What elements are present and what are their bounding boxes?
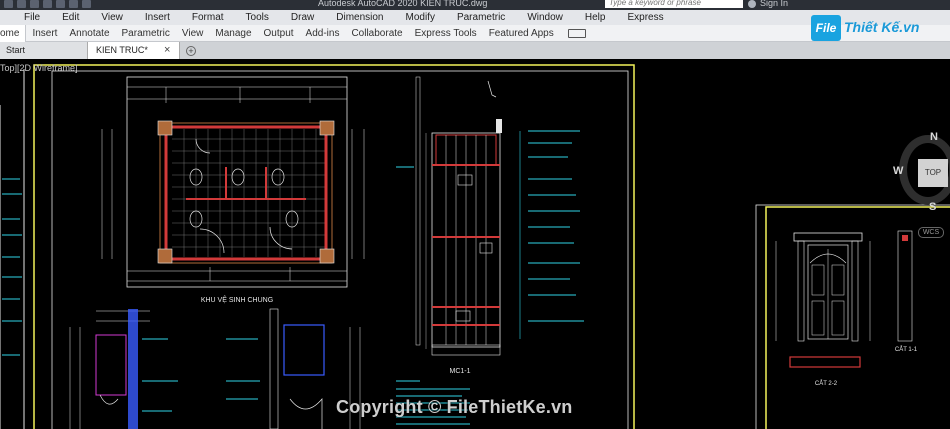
menu-express[interactable]: Express bbox=[616, 12, 674, 23]
menu-bar: File Edit View Insert Format Tools Draw … bbox=[0, 10, 950, 25]
door-elevation: CẮT 2-2 CẮT 1-1 bbox=[775, 230, 918, 387]
new-file-icon[interactable] bbox=[4, 0, 13, 8]
autocad-window: Autodesk AutoCAD 2020 KIEN TRUC.dwg Sign… bbox=[0, 0, 950, 429]
tab-insert[interactable]: Insert bbox=[26, 25, 63, 42]
open-file-icon[interactable] bbox=[17, 0, 26, 8]
menu-parametric[interactable]: Parametric bbox=[446, 12, 516, 23]
viewcube[interactable]: TOP N S W WCS bbox=[893, 131, 950, 238]
menu-help[interactable]: Help bbox=[574, 12, 617, 23]
search-input[interactable] bbox=[605, 0, 743, 8]
logo-text: Thiết Kế.vn bbox=[844, 19, 920, 35]
section-mc1: MC1-1 bbox=[396, 76, 584, 425]
document-tabs: Start KIEN TRUC* × + bbox=[0, 42, 950, 59]
menu-tools[interactable]: Tools bbox=[235, 12, 280, 23]
compass-north[interactable]: N bbox=[930, 131, 938, 143]
tab-start[interactable]: Start bbox=[0, 42, 88, 59]
plan-title: KHU VỆ SINH CHUNG bbox=[201, 295, 273, 304]
tab-featured-apps[interactable]: Featured Apps bbox=[483, 25, 560, 42]
tab-annotate[interactable]: Annotate bbox=[63, 25, 115, 42]
sheet-frame-outer bbox=[33, 64, 635, 429]
sign-in-link[interactable]: Sign In bbox=[760, 0, 788, 8]
quick-access-toolbar bbox=[4, 0, 91, 10]
section-title: MC1-1 bbox=[449, 368, 470, 375]
new-tab-icon[interactable]: + bbox=[186, 46, 196, 56]
menu-view[interactable]: View bbox=[90, 12, 134, 23]
viewport-label[interactable]: Top][2D Wireframe] bbox=[0, 63, 78, 73]
door-section-b-label: CẮT 1-1 bbox=[895, 345, 918, 353]
tab-add-ins[interactable]: Add-ins bbox=[300, 25, 346, 42]
copyright-watermark: Copyright © FileThietKe.vn bbox=[336, 397, 573, 417]
save-as-icon[interactable] bbox=[43, 0, 52, 8]
save-icon[interactable] bbox=[30, 0, 39, 8]
window-title: Autodesk AutoCAD 2020 KIEN TRUC.dwg bbox=[318, 0, 488, 8]
cad-drawing: KHU VỆ SINH CHUNG MC1-1 CẮT 2-2 CẮT 1-1 bbox=[0, 64, 950, 429]
menu-draw[interactable]: Draw bbox=[280, 12, 325, 23]
wcs-menu[interactable]: WCS bbox=[918, 227, 944, 238]
menu-file[interactable]: File bbox=[0, 12, 51, 23]
user-icon bbox=[748, 0, 756, 8]
compass-west[interactable]: W bbox=[893, 165, 903, 177]
menu-modify[interactable]: Modify bbox=[395, 12, 446, 23]
right-sheet-outer bbox=[755, 204, 950, 429]
bottom-detail-drawings bbox=[69, 308, 361, 429]
filethietke-logo: File Thiết Kế.vn bbox=[811, 15, 941, 43]
compass-south[interactable]: S bbox=[929, 201, 936, 213]
logo-mark: File bbox=[811, 15, 841, 41]
undo-icon[interactable] bbox=[69, 0, 78, 8]
ribbon-tabs: ome Insert Annotate Parametric View Mana… bbox=[0, 24, 950, 42]
tab-home[interactable]: ome bbox=[0, 24, 27, 42]
menu-format[interactable]: Format bbox=[181, 12, 235, 23]
toilet-floor-plan: KHU VỆ SINH CHUNG bbox=[101, 76, 365, 304]
tab-manage[interactable]: Manage bbox=[209, 25, 257, 42]
menu-edit[interactable]: Edit bbox=[51, 12, 90, 23]
tab-collaborate[interactable]: Collaborate bbox=[345, 25, 408, 42]
tab-view[interactable]: View bbox=[176, 25, 210, 42]
menu-dimension[interactable]: Dimension bbox=[325, 12, 394, 23]
sheet-frame-inner bbox=[51, 70, 629, 429]
left-sheet-fragment bbox=[0, 69, 25, 429]
title-bar: Autodesk AutoCAD 2020 KIEN TRUC.dwg Sign… bbox=[0, 0, 950, 10]
menu-window[interactable]: Window bbox=[516, 12, 574, 23]
tab-express-tools[interactable]: Express Tools bbox=[409, 25, 483, 42]
print-icon[interactable] bbox=[56, 0, 65, 8]
door-section-label: CẮT 2-2 bbox=[815, 379, 838, 387]
drawing-canvas[interactable]: KHU VỆ SINH CHUNG MC1-1 CẮT 2-2 CẮT 1-1 … bbox=[0, 59, 950, 429]
redo-icon[interactable] bbox=[82, 0, 91, 8]
viewcube-top-face[interactable]: TOP bbox=[918, 159, 948, 187]
tab-output[interactable]: Output bbox=[258, 25, 300, 42]
close-tab-icon[interactable]: × bbox=[164, 44, 170, 56]
tab-parametric[interactable]: Parametric bbox=[116, 25, 176, 42]
menu-insert[interactable]: Insert bbox=[134, 12, 181, 23]
ribbon-minimize-icon[interactable] bbox=[567, 28, 586, 38]
